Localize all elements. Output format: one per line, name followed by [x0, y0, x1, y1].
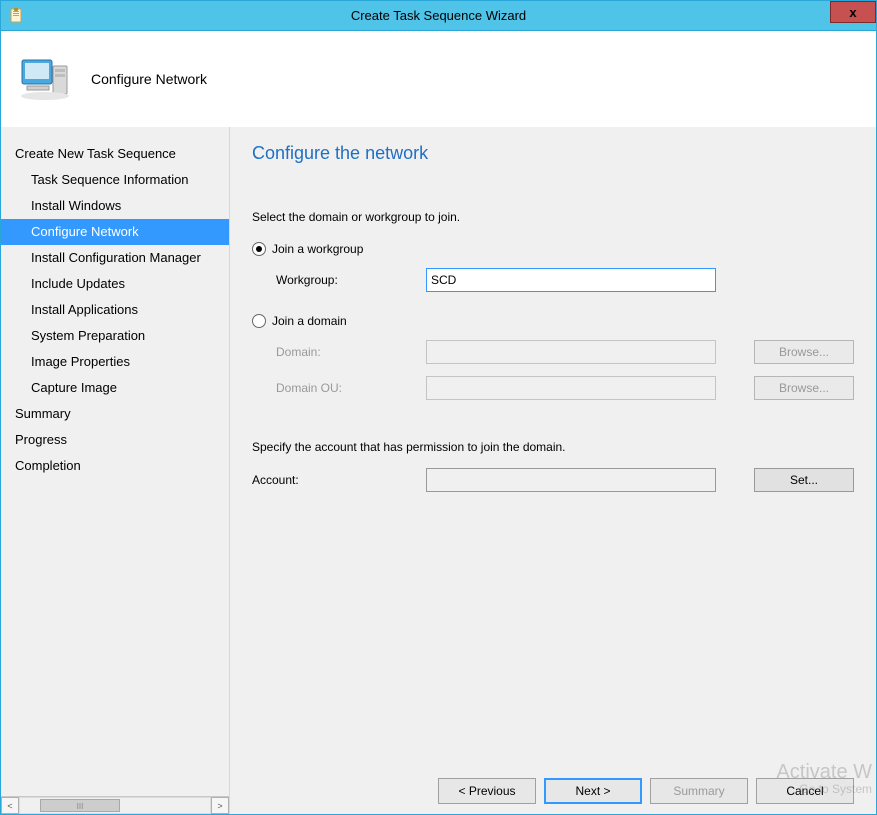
account-label: Account:: [252, 473, 426, 487]
scrollbar-track[interactable]: III: [19, 797, 211, 814]
sidebar-item-create-new-task-sequence[interactable]: Create New Task Sequence: [1, 141, 229, 167]
page-title: Configure Network: [91, 71, 207, 87]
next-button[interactable]: Next >: [544, 778, 642, 804]
radio-label-workgroup: Join a workgroup: [272, 242, 363, 256]
radio-join-workgroup[interactable]: Join a workgroup: [252, 242, 854, 256]
instruction-text: Select the domain or workgroup to join.: [252, 210, 854, 224]
radio-icon: [252, 242, 266, 256]
sidebar-list: Create New Task Sequence Task Sequence I…: [1, 127, 229, 796]
domain-ou-browse-button: Browse...: [754, 376, 854, 400]
domain-ou-input: [426, 376, 716, 400]
sidebar-item-completion[interactable]: Completion: [1, 453, 229, 479]
sidebar-item-summary[interactable]: Summary: [1, 401, 229, 427]
content-heading: Configure the network: [252, 143, 854, 164]
radio-label-domain: Join a domain: [272, 314, 347, 328]
window-title: Create Task Sequence Wizard: [1, 8, 876, 23]
app-icon: [9, 8, 25, 24]
body: Create New Task Sequence Task Sequence I…: [1, 127, 876, 814]
summary-button: Summary: [650, 778, 748, 804]
sidebar-item-install-configuration-manager[interactable]: Install Configuration Manager: [1, 245, 229, 271]
radio-icon: [252, 314, 266, 328]
domain-ou-label: Domain OU:: [276, 381, 426, 395]
workgroup-label: Workgroup:: [276, 273, 426, 287]
radio-join-domain[interactable]: Join a domain: [252, 314, 854, 328]
cancel-button[interactable]: Cancel: [756, 778, 854, 804]
wizard-window: Create Task Sequence Wizard x Configure …: [0, 0, 877, 815]
sidebar-item-task-sequence-information[interactable]: Task Sequence Information: [1, 167, 229, 193]
scrollbar-thumb[interactable]: III: [40, 799, 120, 812]
content-panel: Configure the network Select the domain …: [229, 127, 876, 814]
computer-icon: [19, 52, 73, 106]
workgroup-input[interactable]: [426, 268, 716, 292]
domain-row: Domain: Browse...: [276, 340, 854, 364]
sidebar-item-install-applications[interactable]: Install Applications: [1, 297, 229, 323]
sidebar-item-system-preparation[interactable]: System Preparation: [1, 323, 229, 349]
sidebar-item-configure-network[interactable]: Configure Network: [1, 219, 229, 245]
domain-label: Domain:: [276, 345, 426, 359]
workgroup-row: Workgroup:: [276, 268, 854, 292]
sidebar: Create New Task Sequence Task Sequence I…: [1, 127, 229, 814]
sidebar-horiz-scrollbar[interactable]: < III >: [1, 796, 229, 814]
account-row: Account: Set...: [252, 468, 854, 492]
close-button[interactable]: x: [830, 1, 876, 23]
sidebar-item-install-windows[interactable]: Install Windows: [1, 193, 229, 219]
domain-ou-row: Domain OU: Browse...: [276, 376, 854, 400]
close-icon: x: [849, 5, 856, 20]
domain-input: [426, 340, 716, 364]
header-band: Configure Network: [1, 31, 876, 127]
scroll-right-button[interactable]: >: [211, 797, 229, 814]
wizard-footer: < Previous Next > Summary Cancel: [252, 766, 854, 804]
account-input: [426, 468, 716, 492]
previous-button[interactable]: < Previous: [438, 778, 536, 804]
titlebar: Create Task Sequence Wizard x: [1, 1, 876, 31]
sidebar-item-progress[interactable]: Progress: [1, 427, 229, 453]
specify-account-text: Specify the account that has permission …: [252, 440, 854, 454]
scroll-left-button[interactable]: <: [1, 797, 19, 814]
sidebar-item-capture-image[interactable]: Capture Image: [1, 375, 229, 401]
set-account-button[interactable]: Set...: [754, 468, 854, 492]
domain-browse-button: Browse...: [754, 340, 854, 364]
sidebar-item-image-properties[interactable]: Image Properties: [1, 349, 229, 375]
sidebar-item-include-updates[interactable]: Include Updates: [1, 271, 229, 297]
